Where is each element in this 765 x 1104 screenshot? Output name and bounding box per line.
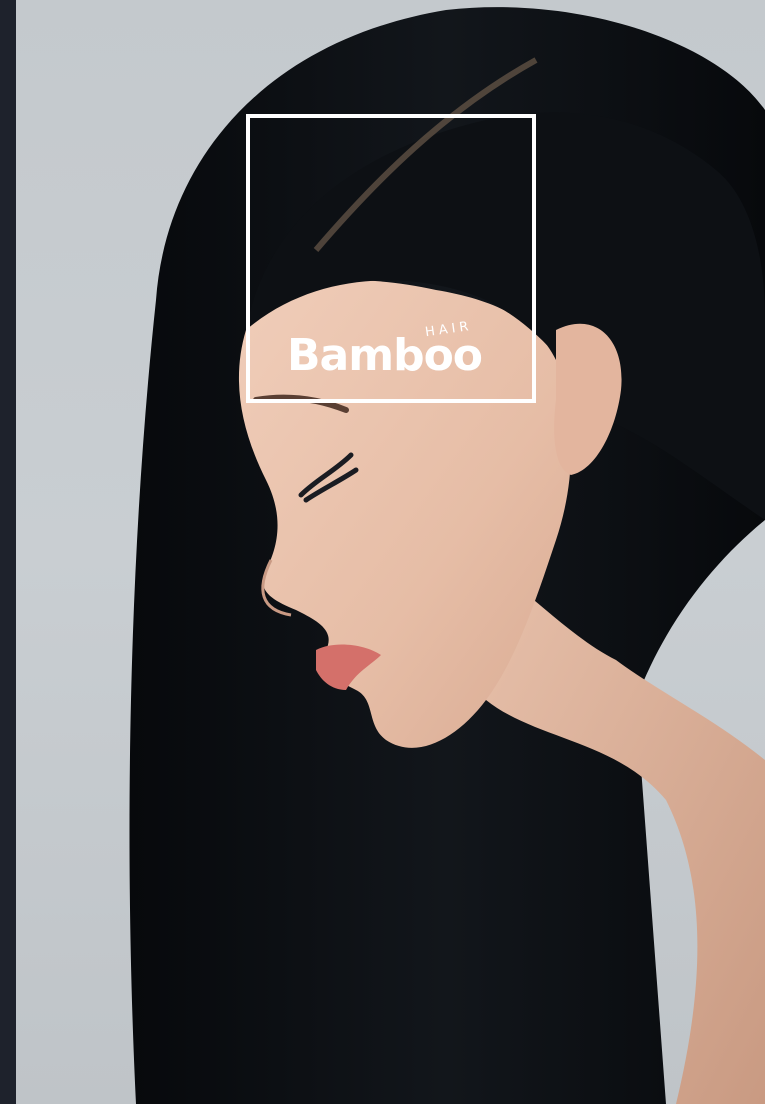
bamboo-hair-logo: HAIR Bamboo <box>287 319 507 384</box>
left-dark-strip <box>0 0 16 1104</box>
logo-wordmark-text: Bamboo <box>287 330 483 381</box>
page: HAIR Bamboo <box>0 0 765 1104</box>
